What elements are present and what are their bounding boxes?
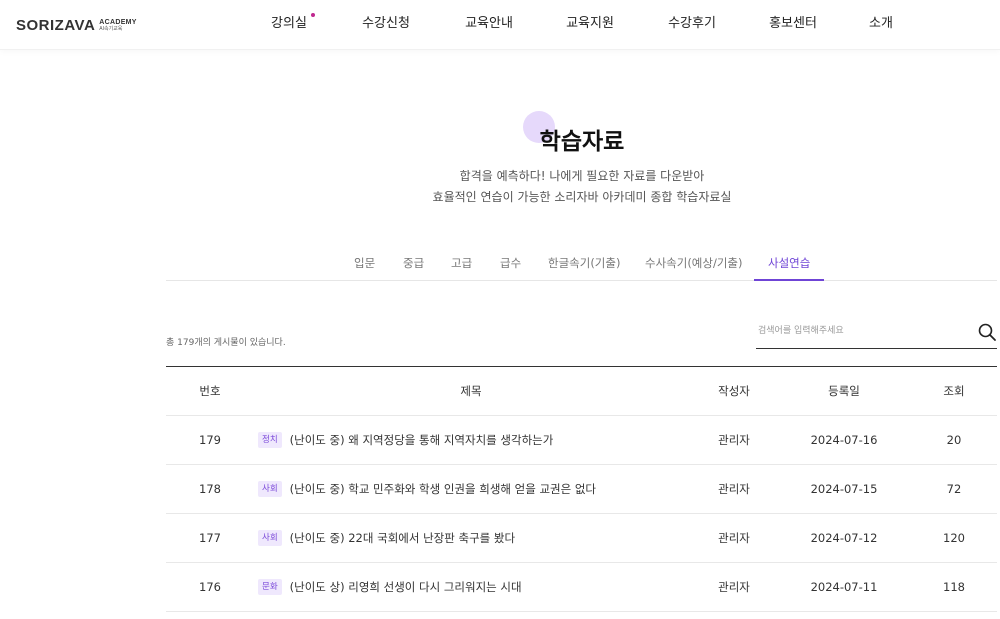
category-tabs: 입문 중급 고급 급수 한글속기(기출) 수사속기(예상/기출) 사설연습 xyxy=(166,246,997,281)
category-badge: 사회 xyxy=(258,529,282,546)
post-number: 178 xyxy=(199,482,221,496)
category-badge: 사회 xyxy=(258,480,282,497)
nav-item-pr-center[interactable]: 홍보센터 xyxy=(765,0,821,50)
table-header: 번호 제목 작성자 등록일 조회 xyxy=(166,367,997,416)
post-author: 관리자 xyxy=(718,482,750,496)
logo-academy: ACADEMY xyxy=(99,18,137,26)
tab-investigation-stenography[interactable]: 수사속기(예상/기출) xyxy=(645,246,743,281)
post-author: 관리자 xyxy=(718,433,750,447)
post-title-link[interactable]: (난이도 중) 22대 국회에서 난장판 축구를 봤다 xyxy=(290,531,515,545)
logo-wordmark: SORIZAVA xyxy=(16,16,96,34)
column-header-number: 번호 xyxy=(199,384,221,398)
post-views: 118 xyxy=(943,580,965,594)
nav-item-education-info[interactable]: 교육안내 xyxy=(461,0,517,50)
post-date: 2024-07-16 xyxy=(810,433,878,447)
search-input[interactable] xyxy=(756,316,966,346)
post-title-link[interactable]: (난이도 중) 학교 민주화와 학생 인권을 희생해 얻을 교권은 없다 xyxy=(290,482,596,496)
post-date: 2024-07-12 xyxy=(810,531,878,545)
post-author: 관리자 xyxy=(718,580,750,594)
nav-item-reviews[interactable]: 수강후기 xyxy=(664,0,720,50)
nav-item-classroom[interactable]: 강의실 xyxy=(269,0,315,50)
nav-item-education-support[interactable]: 교육지원 xyxy=(562,0,618,50)
column-header-author: 작성자 xyxy=(718,384,750,398)
tab-editorial-practice[interactable]: 사설연습 xyxy=(754,246,825,281)
search-bar xyxy=(756,316,997,349)
search-icon[interactable] xyxy=(977,322,997,342)
post-date: 2024-07-15 xyxy=(810,482,878,496)
post-count: 총 179개의 게시물이 있습니다. xyxy=(166,338,286,348)
nav-item-enroll[interactable]: 수강신청 xyxy=(358,0,414,50)
category-badge: 정치 xyxy=(258,431,282,448)
logo[interactable]: SORIZAVA ACADEMY AI속기교육 xyxy=(16,15,137,35)
logo-sub: ACADEMY AI속기교육 xyxy=(99,19,137,32)
post-date: 2024-07-11 xyxy=(810,580,878,594)
post-views: 72 xyxy=(946,482,962,496)
tab-korean-stenography[interactable]: 한글속기(기출) xyxy=(548,246,620,281)
site-header: SORIZAVA ACADEMY AI속기교육 강의실 수강신청 교육안내 교육… xyxy=(0,0,1000,50)
column-header-title: 제목 xyxy=(460,384,482,398)
post-table: 번호 제목 작성자 등록일 조회 179 정치 (난이도 중) 왜 지역정당을 통… xyxy=(166,366,997,612)
column-header-views: 조회 xyxy=(943,384,965,398)
page-description-line-1: 합격을 예측하다! 나에게 필요한 자료를 다운받아 xyxy=(459,169,705,183)
tab-advanced[interactable]: 고급 xyxy=(451,246,472,281)
post-title-link[interactable]: (난이도 중) 왜 지역정당을 통해 지역자치를 생각하는가 xyxy=(290,433,554,447)
tab-intermediate[interactable]: 중급 xyxy=(403,246,424,281)
tab-beginner[interactable]: 입문 xyxy=(354,246,375,281)
column-header-date: 등록일 xyxy=(828,384,860,398)
post-author: 관리자 xyxy=(718,531,750,545)
category-badge: 문화 xyxy=(258,578,282,595)
nav-item-about[interactable]: 소개 xyxy=(867,0,895,50)
table-row[interactable]: 176 문화 (난이도 상) 리영희 선생이 다시 그리워지는 시대 관리자 20… xyxy=(166,563,997,612)
new-dot-icon xyxy=(311,13,315,17)
nav-label: 강의실 xyxy=(271,16,307,31)
tab-grade[interactable]: 급수 xyxy=(500,246,521,281)
post-views: 120 xyxy=(943,531,965,545)
logo-tagline: AI속기교육 xyxy=(99,25,123,32)
post-number: 177 xyxy=(199,531,221,545)
table-row[interactable]: 178 사회 (난이도 중) 학교 민주화와 학생 인권을 희생해 얻을 교권은 … xyxy=(166,465,997,514)
table-row[interactable]: 179 정치 (난이도 중) 왜 지역정당을 통해 지역자치를 생각하는가 관리자… xyxy=(166,416,997,465)
post-views: 20 xyxy=(946,433,962,447)
page-description-line-2: 효율적인 연습이 가능한 소리자바 아카데미 종합 학습자료실 xyxy=(432,190,732,204)
post-title-link[interactable]: (난이도 상) 리영희 선생이 다시 그리워지는 시대 xyxy=(290,580,522,594)
table-row[interactable]: 177 사회 (난이도 중) 22대 국회에서 난장판 축구를 봤다 관리자 20… xyxy=(166,514,997,563)
post-number: 179 xyxy=(199,433,221,447)
page-title: 학습자료 xyxy=(539,129,625,155)
post-number: 176 xyxy=(199,580,221,594)
